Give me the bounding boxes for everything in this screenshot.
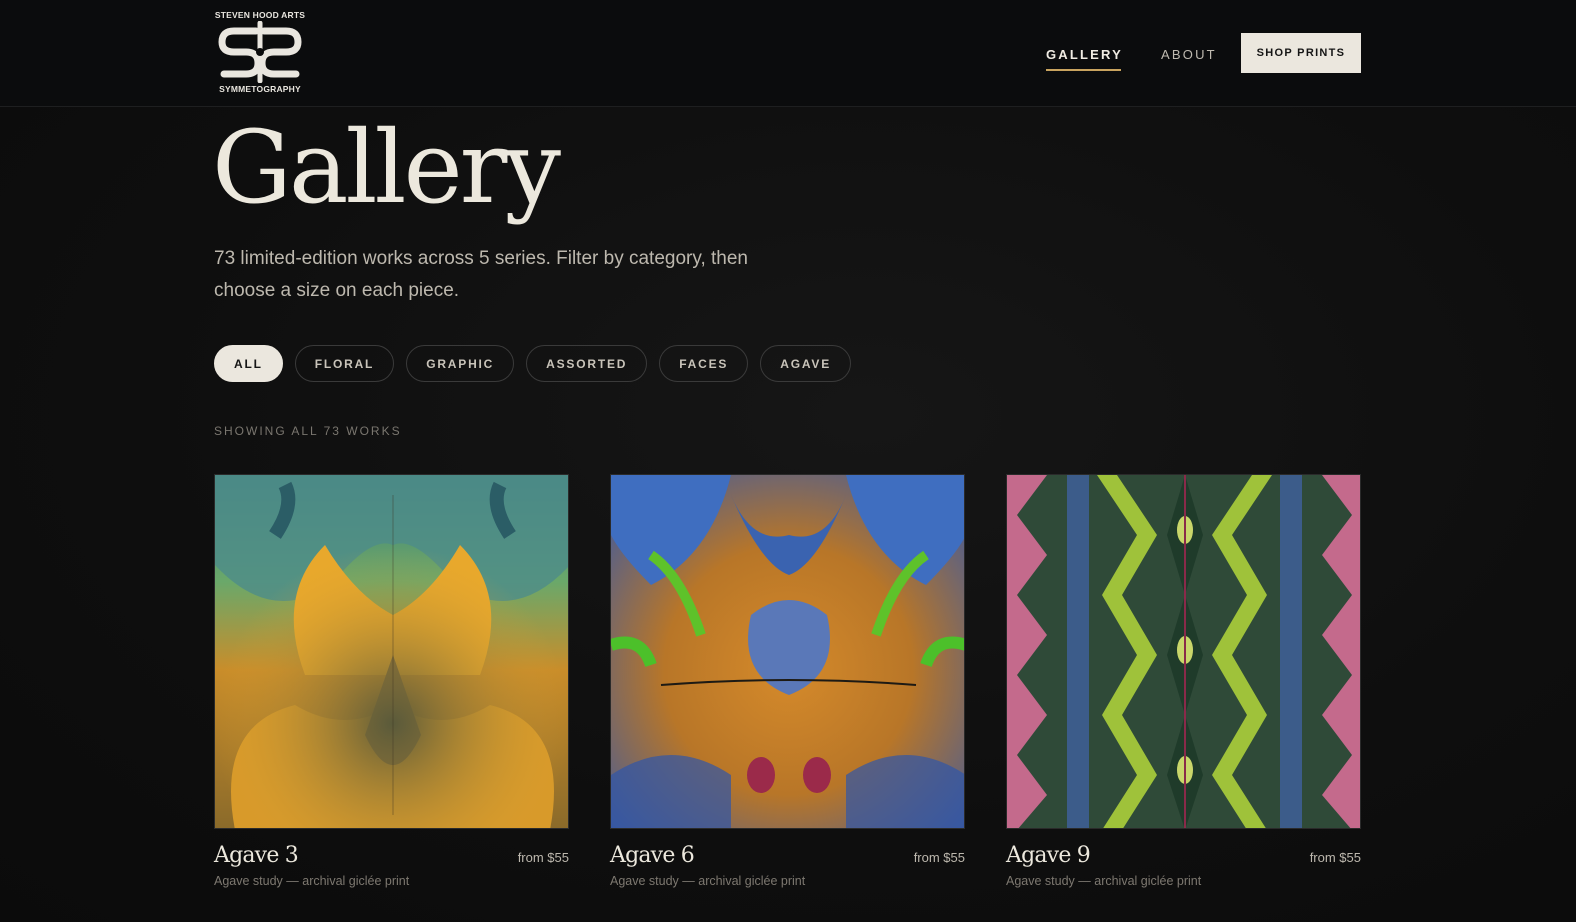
- brand-top-text: STEVEN HOOD ARTS: [214, 10, 306, 20]
- work-title[interactable]: Agave 6: [610, 843, 695, 868]
- work-title[interactable]: Agave 9: [1006, 843, 1091, 868]
- work-description: Agave study — archival giclée print: [1006, 874, 1202, 888]
- site-header: STEVEN HOOD ARTS SYMMETOGRAPHY GALLERY A…: [0, 0, 1576, 107]
- work-title[interactable]: Agave 3: [214, 843, 299, 868]
- filter-assorted[interactable]: ASSORTED: [526, 345, 648, 382]
- work-card[interactable]: Agave 3 from $55 Agave study — archival …: [214, 474, 569, 888]
- artwork-image[interactable]: [610, 474, 965, 829]
- brand-bottom-text: SYMMETOGRAPHY: [219, 84, 301, 94]
- work-description: Agave study — archival giclée print: [214, 874, 410, 888]
- nav-gallery-link[interactable]: GALLERY: [1046, 47, 1123, 71]
- filter-agave[interactable]: AGAVE: [760, 345, 852, 382]
- intro-text: 73 limited-edition works across 5 series…: [214, 248, 748, 301]
- main-nav: GALLERY ABOUT: [1046, 34, 1255, 74]
- sh-monogram-icon: [218, 21, 302, 83]
- shop-prints-button[interactable]: SHOP PRINTS: [1241, 33, 1361, 73]
- category-filters: ALL FLORAL GRAPHIC ASSORTED FACES AGAVE: [214, 345, 852, 382]
- page-title: Gallery: [212, 109, 561, 226]
- work-description: Agave study — archival giclée print: [610, 874, 806, 888]
- work-price: from $55: [517, 850, 569, 865]
- work-card[interactable]: Agave 6 from $55 Agave study — archival …: [610, 474, 965, 888]
- filter-all[interactable]: ALL: [214, 345, 283, 382]
- nav-about-link[interactable]: ABOUT: [1161, 47, 1217, 62]
- work-card[interactable]: Agave 9 from $55 Agave study — archival …: [1006, 474, 1361, 888]
- filter-floral[interactable]: FLORAL: [294, 345, 395, 382]
- filter-graphic[interactable]: GRAPHIC: [406, 345, 515, 382]
- artwork-image[interactable]: [214, 474, 569, 829]
- filter-faces[interactable]: FACES: [659, 345, 749, 382]
- artwork-image[interactable]: [1006, 474, 1361, 829]
- work-price: from $55: [913, 850, 965, 865]
- results-count: SHOWING ALL 73 WORKS: [214, 424, 402, 438]
- brand-logo[interactable]: STEVEN HOOD ARTS SYMMETOGRAPHY: [214, 10, 306, 96]
- work-price: from $55: [1309, 850, 1361, 865]
